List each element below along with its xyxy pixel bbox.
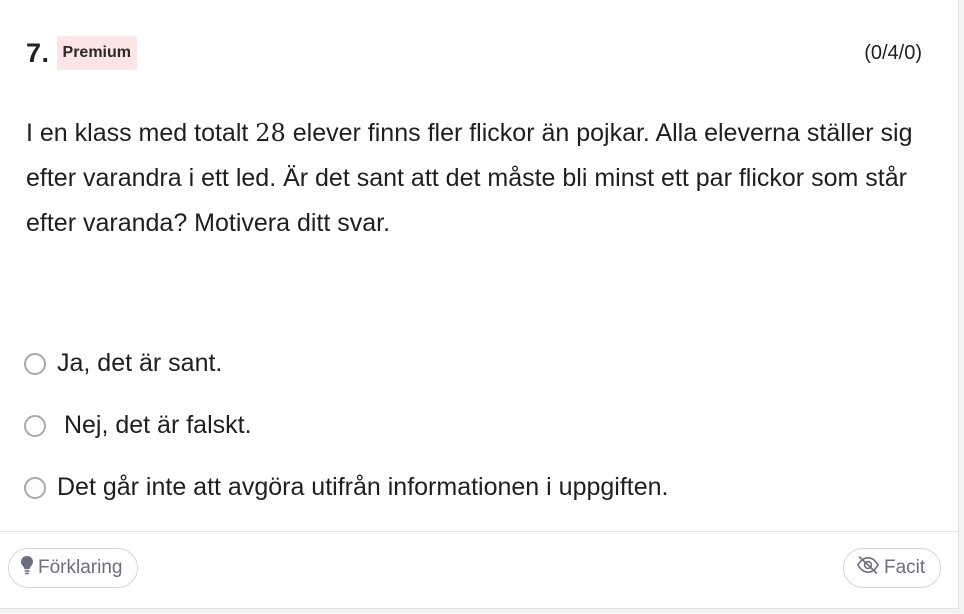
radio-button[interactable]	[24, 352, 46, 375]
answer-option-undecidable[interactable]: Det går inte att avgöra utifrån informat…	[24, 473, 668, 502]
answer-option-true[interactable]: Ja, det är sant.	[24, 349, 222, 378]
facit-button[interactable]: Facit	[843, 548, 941, 588]
explanation-button[interactable]: Förklaring	[8, 548, 138, 588]
answer-option-label: Nej, det är falskt.	[57, 411, 252, 439]
question-number: 7.	[26, 37, 50, 68]
question-text-start: I en klass med totalt	[26, 119, 256, 147]
answer-option-label: Ja, det är sant.	[57, 349, 223, 377]
eye-off-icon	[856, 555, 880, 581]
lightbulb-icon	[20, 555, 34, 581]
question-text: I en klass med totalt 28 elever finns fl…	[26, 111, 926, 246]
answer-option-label: Det går inte att avgöra utifrån informat…	[57, 473, 669, 501]
footer-divider	[0, 531, 958, 532]
question-header: 7. Premium (0/4/0)	[26, 35, 922, 71]
question-card: 7. Premium (0/4/0) I en klass med totalt…	[0, 0, 959, 609]
premium-badge: Premium	[56, 36, 137, 70]
radio-button[interactable]	[24, 414, 46, 437]
radio-button[interactable]	[24, 476, 46, 499]
question-number-value: 28	[255, 119, 286, 147]
question-points: (0/4/0)	[864, 41, 922, 64]
facit-button-label: Facit	[884, 557, 926, 578]
answer-option-false[interactable]: Nej, det är falskt.	[24, 411, 252, 440]
explanation-button-label: Förklaring	[38, 557, 123, 578]
